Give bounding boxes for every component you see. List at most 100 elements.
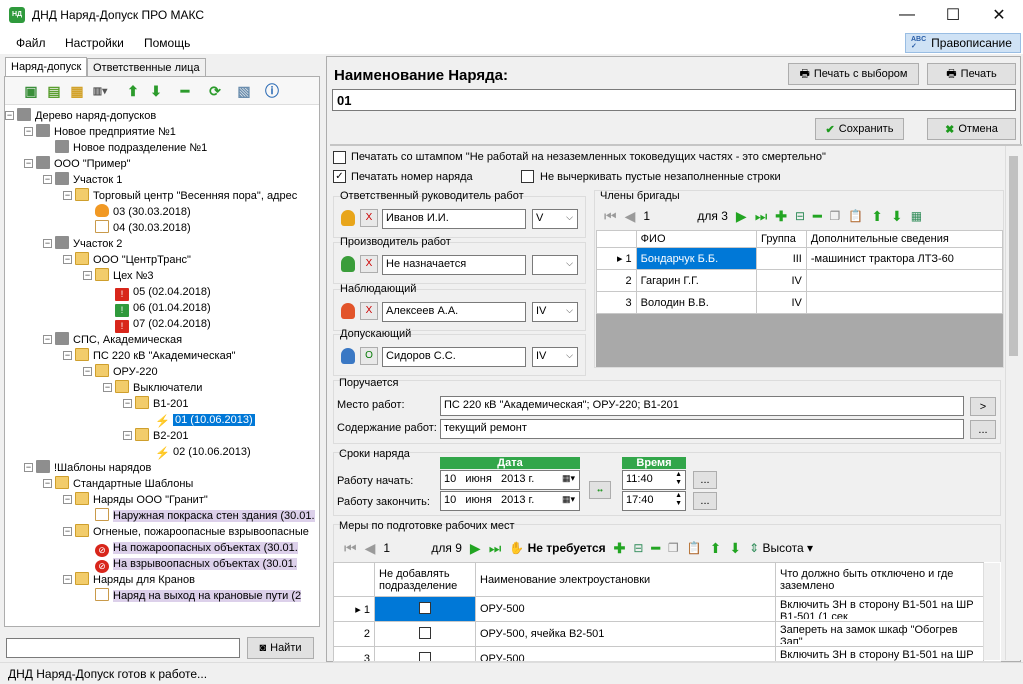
- installation-cell[interactable]: ОРУ-500, ячейка В2-501: [475, 621, 776, 647]
- table-row[interactable]: ▸ 1 ОРУ-500 Включить ЗН в сторону В1-501 н…: [333, 596, 984, 622]
- tree-node[interactable]: 03 (30.03.2018): [95, 204, 191, 220]
- end-date-picker[interactable]: 10 июня 2013 г. ▦▾: [440, 491, 580, 511]
- fio-cell[interactable]: Володин В.В.: [635, 291, 757, 314]
- move-up-icon[interactable]: ⬆: [125, 83, 141, 99]
- role-clear-button[interactable]: X: [360, 209, 378, 227]
- delete-record-icon[interactable]: ━: [651, 540, 659, 557]
- tree-expander-icon[interactable]: −: [43, 335, 52, 344]
- tree-expander-icon[interactable]: −: [43, 175, 52, 184]
- add-item-icon[interactable]: ▤: [46, 83, 62, 99]
- tree-node[interactable]: Стандартные Шаблоны: [55, 476, 193, 492]
- crew-col-info[interactable]: Дополнительные сведения: [805, 230, 1003, 248]
- group-cell[interactable]: III: [755, 247, 807, 270]
- group-cell[interactable]: IV: [755, 269, 807, 292]
- tree-expander-icon[interactable]: −: [63, 191, 72, 200]
- tree-node[interactable]: Участок 1: [55, 172, 122, 188]
- tree-node[interactable]: ⊘ На пожароопасных объектах (30.01.: [95, 540, 298, 557]
- print-button[interactable]: 🖶 Печать: [927, 63, 1016, 85]
- tab-work-permit[interactable]: Наряд-допуск: [5, 57, 88, 77]
- table-row[interactable]: 3 Володин В.В. IV: [596, 291, 1003, 314]
- place-select-button[interactable]: >: [970, 397, 996, 416]
- scrollbar-thumb[interactable]: [1009, 156, 1018, 356]
- tree-node[interactable]: ! 06 (01.04.2018): [115, 300, 211, 317]
- measures-position[interactable]: 1: [383, 541, 423, 555]
- table-row[interactable]: 2 ОРУ-500, ячейка В2-501 Запереть на замок…: [333, 621, 984, 647]
- maximize-button[interactable]: ☐: [930, 0, 976, 30]
- tree-node[interactable]: В1-201: [135, 396, 188, 412]
- info-icon[interactable]: ⓘ: [264, 83, 280, 99]
- tree-node[interactable]: !Шаблоны нарядов: [36, 460, 151, 476]
- tree-expander-icon[interactable]: −: [63, 495, 72, 504]
- role-clear-button[interactable]: X: [360, 255, 378, 273]
- tree-node[interactable]: Наружная покраска стен здания (30.01.: [95, 508, 315, 524]
- content-field[interactable]: текущий ремонт: [440, 419, 964, 439]
- tree-node[interactable]: Наряды для Кранов: [75, 572, 195, 588]
- print-with-selection-button[interactable]: 🖶 Печать с выбором: [788, 63, 919, 85]
- start-time-field[interactable]: 11:40 ▲ ▼: [622, 470, 686, 490]
- role-name-field[interactable]: Алексеев А.А.: [382, 302, 526, 322]
- move-down-icon[interactable]: ⬇: [148, 83, 164, 99]
- tree-node[interactable]: ! 07 (02.04.2018): [115, 316, 211, 333]
- tree-node[interactable]: Участок 2: [55, 236, 122, 252]
- tree-node[interactable]: ООО "Пример": [36, 156, 131, 172]
- role-clear-button[interactable]: O: [360, 347, 378, 365]
- start-time-more-button[interactable]: ...: [693, 471, 717, 489]
- tree-node[interactable]: СПС, Академическая: [55, 332, 182, 348]
- fio-cell[interactable]: Бондарчук Б.Б.: [635, 247, 757, 270]
- first-record-icon[interactable]: ⏮: [604, 208, 617, 225]
- place-field[interactable]: ПС 220 кВ "Академическая"; ОРУ-220; В1-2…: [440, 396, 964, 416]
- print-number-checkbox[interactable]: ✓: [333, 170, 346, 183]
- measures-col-name[interactable]: Наименование электроустановки: [475, 562, 776, 597]
- fio-cell[interactable]: Гагарин Г.Г.: [635, 269, 757, 292]
- add-record-icon[interactable]: ✚: [614, 540, 626, 557]
- disconnect-cell[interactable]: Включить ЗН в сторону В1-501 на ШР В1-50…: [775, 596, 984, 622]
- installation-cell[interactable]: ОРУ-500: [475, 596, 776, 622]
- add-record-icon[interactable]: ✚: [775, 208, 787, 225]
- role-clear-button[interactable]: X: [360, 302, 378, 320]
- role-group-select[interactable]: IV ⌵: [532, 347, 578, 367]
- tree-node[interactable]: Огненые, пожароопасные взрывоопасные: [75, 524, 309, 540]
- measures-col-what[interactable]: Что должно быть отключено и где заземлен…: [775, 562, 984, 597]
- copy-icon[interactable]: ▧: [236, 83, 252, 99]
- tree-node[interactable]: 04 (30.03.2018): [95, 220, 191, 236]
- role-group-select[interactable]: IV ⌵: [532, 302, 578, 322]
- role-group-select[interactable]: ⌵: [532, 255, 578, 275]
- tree-node[interactable]: Новое подразделение №1: [55, 140, 207, 156]
- info-cell[interactable]: [805, 269, 1003, 292]
- swap-dates-button[interactable]: ••: [589, 481, 611, 499]
- add-folder-icon[interactable]: ▦: [69, 83, 85, 99]
- time-spinner-icon[interactable]: ▲ ▼: [675, 471, 682, 487]
- menu-help[interactable]: Помощь: [144, 36, 190, 50]
- minimize-button[interactable]: —: [884, 0, 930, 30]
- tree-node[interactable]: В2-201: [135, 428, 188, 444]
- copy-record-icon[interactable]: ❐: [668, 541, 679, 555]
- role-name-field[interactable]: Сидоров С.С.: [382, 347, 526, 367]
- save-button[interactable]: ✔ Сохранить: [815, 118, 904, 140]
- calendar-dropdown-icon[interactable]: ▦▾: [562, 473, 575, 484]
- time-spinner-icon[interactable]: ▲ ▼: [675, 492, 682, 508]
- crew-col-fio[interactable]: ФИО: [635, 230, 757, 248]
- refresh-icon[interactable]: ⟳: [207, 83, 223, 99]
- stamp-checkbox[interactable]: [333, 151, 346, 164]
- find-button[interactable]: ◙ Найти: [247, 637, 314, 659]
- disconnect-cell[interactable]: Включить ЗН в сторону В1-501 на ШР В1-50…: [775, 646, 984, 661]
- measures-col-no-dept[interactable]: Не добавлять подразделение: [374, 562, 476, 597]
- edit-record-icon[interactable]: ⊟: [795, 209, 805, 223]
- tree-node[interactable]: ⚡ 01 (10.06.2013): [155, 412, 255, 428]
- calendar-dropdown-icon[interactable]: ▦▾: [562, 494, 575, 505]
- tree-expander-icon[interactable]: −: [63, 351, 72, 360]
- menu-file[interactable]: Файл: [16, 36, 46, 50]
- info-cell[interactable]: [805, 291, 1003, 314]
- next-record-icon[interactable]: ▶: [470, 540, 481, 557]
- delete-record-icon[interactable]: ━: [813, 208, 821, 225]
- installation-cell[interactable]: ОРУ-500: [475, 646, 776, 661]
- no-dept-checkbox[interactable]: [419, 651, 431, 661]
- template-dropdown-icon[interactable]: ▥▾: [92, 83, 108, 99]
- right-panel-scrollbar[interactable]: [1005, 146, 1021, 660]
- export-icon[interactable]: ▦: [911, 209, 922, 223]
- start-date-picker[interactable]: 10 июня 2013 г. ▦▾: [440, 470, 580, 490]
- tree-expander-icon[interactable]: −: [63, 255, 72, 264]
- no-dept-cell[interactable]: [374, 621, 476, 647]
- not-required-button[interactable]: ✋ Не требуется: [509, 541, 605, 555]
- tree-expander-icon[interactable]: −: [83, 271, 92, 280]
